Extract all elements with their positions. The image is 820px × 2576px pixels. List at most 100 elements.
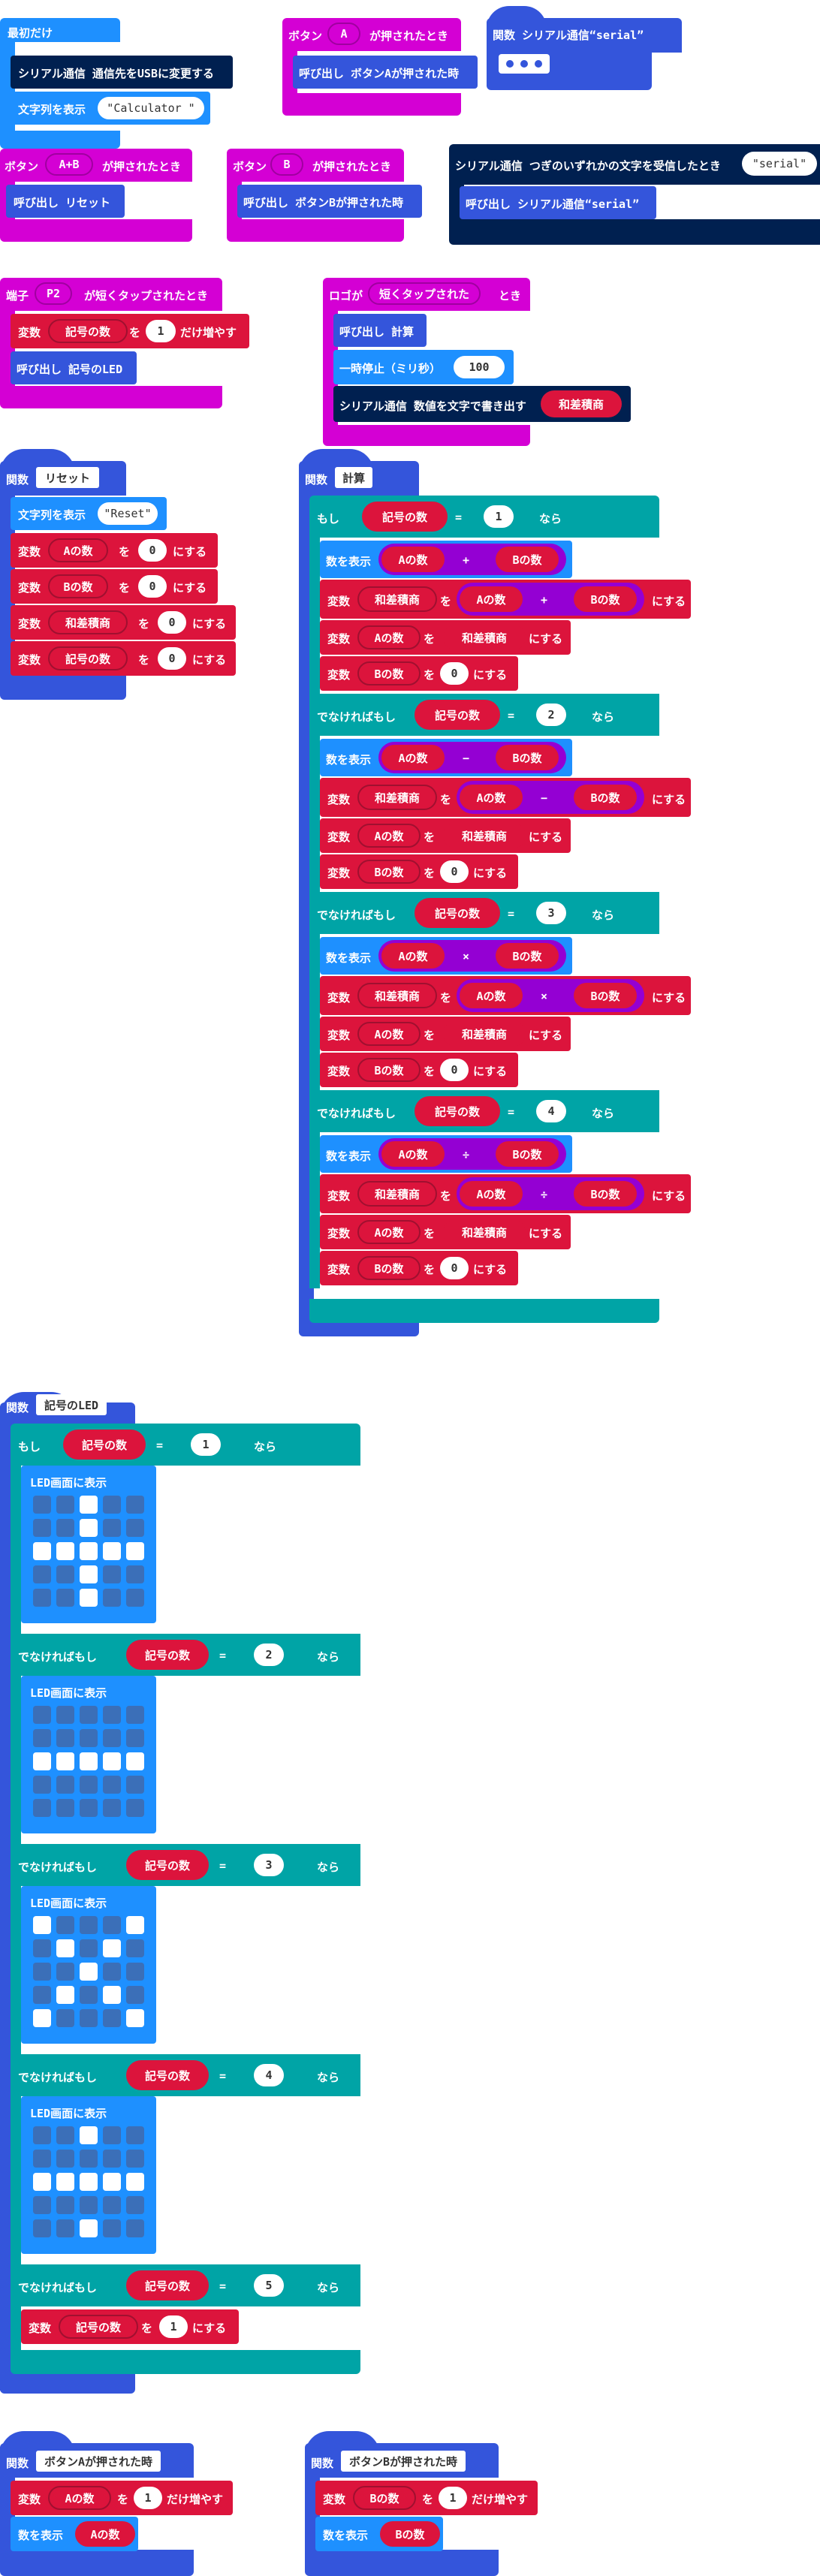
call-serial-block[interactable]: 呼び出し シリアル通信“serial”	[460, 186, 656, 219]
set-result-block[interactable]: 変数 和差積商を Aの数 − Bの数 にする	[320, 778, 691, 817]
led-cell[interactable]	[80, 2126, 98, 2144]
cond-var-reporter[interactable]: 記号の数	[126, 2060, 209, 2090]
led-cell[interactable]	[103, 1706, 121, 1724]
var-dropdown[interactable]: Bの数	[48, 574, 108, 598]
led-cell[interactable]	[103, 1799, 121, 1817]
var-b-reporter[interactable]: Bの数	[574, 983, 637, 1008]
if-condition-row[interactable]: でなければもし 記号の数 = 3 なら	[11, 1844, 360, 1886]
led-grid[interactable]	[33, 2126, 152, 2245]
set-a-block[interactable]: 変数 Aの数を和差積商 にする	[320, 818, 571, 853]
math-expression[interactable]: Aの数 × Bの数	[378, 940, 566, 972]
led-cell[interactable]	[103, 2126, 121, 2144]
set-var-block[interactable]: 変数 Aの数を 0 にする	[11, 533, 218, 568]
func-reset-name[interactable]: リセット	[36, 467, 99, 488]
led-cell[interactable]	[103, 1939, 121, 1957]
led-cell[interactable]	[126, 1519, 144, 1537]
cond-var-reporter[interactable]: 記号の数	[415, 700, 500, 730]
if-condition-row[interactable]: でなければもし 記号の数 = 2 なら	[309, 694, 659, 736]
var-a-reporter[interactable]: Aの数	[460, 785, 523, 810]
led-cell[interactable]	[56, 2126, 74, 2144]
cond-value-input[interactable]: 2	[536, 704, 566, 726]
led-cell[interactable]	[33, 1496, 51, 1514]
led-cell[interactable]	[126, 1496, 144, 1514]
led-cell[interactable]	[56, 2219, 74, 2237]
led-cell[interactable]	[56, 1496, 74, 1514]
change-var-block[interactable]: 変数 記号の数 を 1 だけ増やす	[11, 314, 249, 348]
var-b-reporter[interactable]: Bの数	[574, 1181, 637, 1207]
led-cell[interactable]	[33, 1519, 51, 1537]
cond-value-input[interactable]: 2	[254, 1644, 284, 1666]
var-a-reporter[interactable]: Aの数	[381, 547, 445, 572]
led-cell[interactable]	[126, 2150, 144, 2168]
result-var-dropdown[interactable]: 和差積商	[357, 785, 437, 810]
led-cell[interactable]	[80, 1519, 98, 1537]
show-leds-block[interactable]: LED画面に表示	[21, 2096, 156, 2254]
led-cell[interactable]	[80, 1706, 98, 1724]
led-cell[interactable]	[56, 1986, 74, 2004]
if-condition-row[interactable]: でなければもし 記号の数 = 3 なら	[309, 892, 659, 934]
button-ab-dropdown[interactable]: A+B	[45, 153, 93, 176]
amount-b-input[interactable]: 1	[439, 2487, 467, 2509]
set-result-block[interactable]: 変数 和差積商を Aの数 + Bの数 にする	[320, 580, 691, 619]
cond-value-input[interactable]: 3	[536, 902, 566, 924]
var-a-reporter[interactable]: Aの数	[381, 1141, 445, 1167]
call-reset-block[interactable]: 呼び出し リセット	[6, 185, 125, 218]
change-a-block[interactable]: 変数 Aの数 を 1 だけ増やす	[11, 2481, 233, 2515]
led-cell[interactable]	[56, 2009, 74, 2027]
led-cell[interactable]	[33, 2126, 51, 2144]
var-b-dropdown[interactable]: Bの数	[357, 661, 421, 685]
if-condition-row[interactable]: でなければもし 記号の数 = 2 なら	[11, 1634, 360, 1676]
cond-value-input[interactable]: 1	[191, 1433, 221, 1456]
led-cell[interactable]	[33, 1916, 51, 1934]
cond-value-input[interactable]: 5	[254, 2274, 284, 2297]
amount-a-input[interactable]: 1	[134, 2487, 162, 2509]
value-input[interactable]: 0	[158, 647, 186, 670]
led-grid[interactable]	[33, 1496, 152, 1614]
var-a-reporter[interactable]: Aの数	[381, 745, 445, 770]
func-led-name[interactable]: 記号のLED	[36, 1394, 107, 1415]
pause-input[interactable]: 100	[454, 356, 505, 378]
led-cell[interactable]	[56, 1939, 74, 1957]
led-cell[interactable]	[103, 1519, 121, 1537]
cond-var-reporter[interactable]: 記号の数	[415, 1096, 500, 1126]
show-number-a-block[interactable]: 数を表示 Aの数	[11, 2517, 138, 2551]
result-reporter[interactable]: 和差積商	[443, 625, 526, 650]
var-a-reporter[interactable]: Aの数	[381, 943, 445, 969]
math-expression[interactable]: Aの数 + Bの数	[457, 583, 644, 616]
var-a-reporter[interactable]: Aの数	[460, 1181, 523, 1207]
led-cell[interactable]	[33, 1799, 51, 1817]
serial-receive-input[interactable]: "serial"	[742, 152, 817, 176]
value-input[interactable]: 0	[158, 611, 186, 634]
led-cell[interactable]	[33, 1939, 51, 1957]
var-b-dropdown[interactable]: Bの数	[357, 860, 421, 884]
zero-input[interactable]: 0	[440, 1257, 469, 1279]
show-number-b-block[interactable]: 数を表示 Bの数	[315, 2517, 443, 2551]
call-led-block[interactable]: 呼び出し 記号のLED	[11, 351, 137, 384]
func-button-a-name[interactable]: ボタンAが押された時	[36, 2451, 161, 2472]
math-expression[interactable]: Aの数 ÷ Bの数	[457, 1177, 644, 1210]
led-cell[interactable]	[126, 2126, 144, 2144]
zero-input[interactable]: 0	[440, 860, 469, 883]
led-cell[interactable]	[80, 2150, 98, 2168]
cond-var-reporter[interactable]: 記号の数	[126, 2270, 209, 2300]
led-cell[interactable]	[80, 1963, 98, 1981]
show-number-block[interactable]: 数を表示 Aの数 × Bの数	[320, 937, 572, 975]
collapsed-ellipsis[interactable]	[499, 54, 550, 74]
led-cell[interactable]	[56, 1963, 74, 1981]
led-cell[interactable]	[56, 1519, 74, 1537]
led-cell[interactable]	[56, 1589, 74, 1607]
led-cell[interactable]	[103, 1729, 121, 1747]
led-cell[interactable]	[33, 1963, 51, 1981]
set-a-block[interactable]: 変数 Aの数を和差積商 にする	[320, 1017, 571, 1051]
led-cell[interactable]	[33, 1752, 51, 1770]
led-cell[interactable]	[103, 1589, 121, 1607]
show-a-reporter[interactable]: Aの数	[75, 2521, 135, 2547]
led-cell[interactable]	[126, 1729, 144, 1747]
led-cell[interactable]	[80, 1752, 98, 1770]
led-cell[interactable]	[126, 2173, 144, 2191]
led-cell[interactable]	[103, 1752, 121, 1770]
var-b-reporter[interactable]: Bの数	[496, 943, 559, 969]
serial-write-block[interactable]: シリアル通信 数値を文字で書き出す 和差積商	[333, 386, 631, 422]
led-cell[interactable]	[80, 1986, 98, 2004]
result-reporter[interactable]: 和差積商	[443, 823, 526, 848]
